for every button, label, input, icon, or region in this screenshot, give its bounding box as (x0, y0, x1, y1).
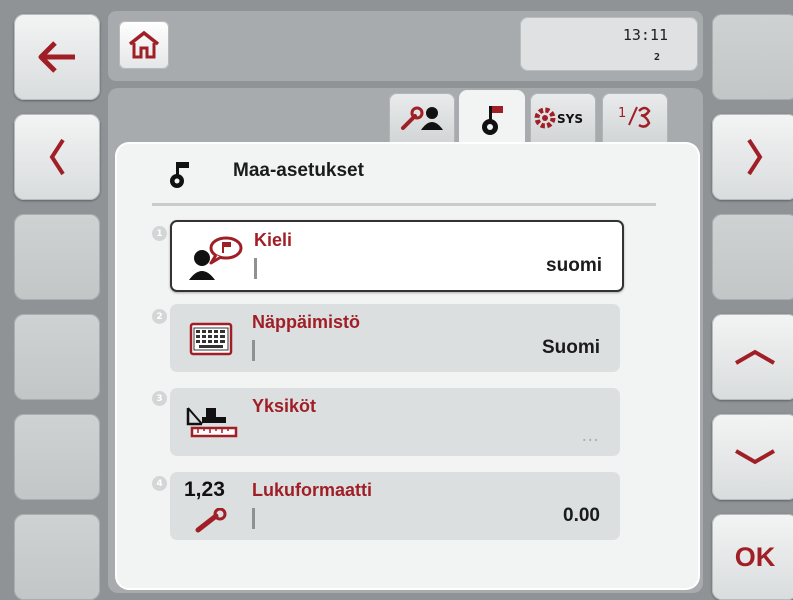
units-scale-icon (186, 407, 238, 438)
chevron-down-icon (734, 449, 776, 465)
setting-row-language[interactable]: Kieli suomi (170, 220, 624, 292)
setting-row-keyboard[interactable]: Näppäimistö Suomi (170, 304, 620, 372)
setting-row-number-format[interactable]: 1,23 Lukuformaatti 0.00 (170, 472, 620, 540)
softkey-right-empty-1 (712, 14, 793, 100)
scroll-up-button[interactable] (712, 314, 793, 400)
row-number: 3 (152, 391, 167, 406)
setting-label: Kieli (254, 230, 293, 250)
chevron-up-icon (734, 349, 776, 365)
home-icon (128, 30, 160, 59)
setting-label: Näppäimistö (252, 312, 361, 332)
arrow-left-icon (38, 41, 75, 73)
row-number: 1 (152, 226, 167, 241)
ok-button[interactable]: OK (712, 514, 793, 600)
setting-row-units[interactable]: Yksiköt ... (170, 388, 620, 456)
country-flag-globe-icon (482, 106, 503, 135)
chevron-right-icon (747, 138, 763, 176)
previous-tab-button[interactable] (14, 114, 100, 200)
softkey-left-empty-4 (14, 514, 100, 600)
back-button[interactable] (14, 14, 100, 100)
text-cursor (252, 508, 255, 529)
tab-country-settings[interactable] (459, 90, 525, 150)
row-number: 4 (152, 476, 167, 491)
tab-service[interactable] (389, 93, 455, 143)
setting-label: Yksiköt (252, 396, 317, 416)
softkey-left-empty-1 (14, 214, 100, 300)
svg-text:1: 1 (618, 106, 626, 121)
language-speech-icon (189, 236, 243, 280)
sys-text: SYS (557, 112, 583, 126)
text-cursor (254, 258, 257, 279)
page-title: Maa-asetukset (233, 160, 364, 181)
tab-system[interactable]: SYS (530, 93, 596, 143)
status-clock: 13:11 2 (520, 17, 698, 71)
country-flag-globe-icon (170, 162, 189, 188)
setting-value: ... (582, 428, 600, 444)
chevron-left-icon (49, 138, 65, 176)
title-divider (152, 203, 656, 206)
info-diagnostics-icon: 1 (618, 106, 651, 128)
number-format-icon-text: 1,23 (184, 478, 225, 501)
setting-value: 0.00 (563, 505, 600, 526)
ok-label: OK (734, 541, 776, 572)
tab-info[interactable]: 1 (602, 93, 668, 143)
softkey-right-empty-2 (712, 214, 793, 300)
setting-label: Lukuformaatti (252, 480, 373, 500)
page-indicator: 2 (653, 52, 660, 63)
clock-time: 13:11 (622, 26, 668, 44)
setting-value: Suomi (541, 337, 600, 358)
softkey-left-empty-2 (14, 314, 100, 400)
scroll-down-button[interactable] (712, 414, 793, 500)
softkey-left-empty-3 (14, 414, 100, 500)
keyboard-icon (189, 322, 233, 356)
setting-value: suomi (546, 255, 602, 276)
wrench-icon (195, 508, 227, 533)
system-gear-icon: SYS (534, 107, 583, 129)
row-number: 2 (152, 309, 167, 324)
text-cursor (252, 340, 255, 361)
home-button[interactable] (119, 21, 169, 69)
wrench-user-icon (401, 106, 443, 130)
next-tab-button[interactable] (712, 114, 793, 200)
